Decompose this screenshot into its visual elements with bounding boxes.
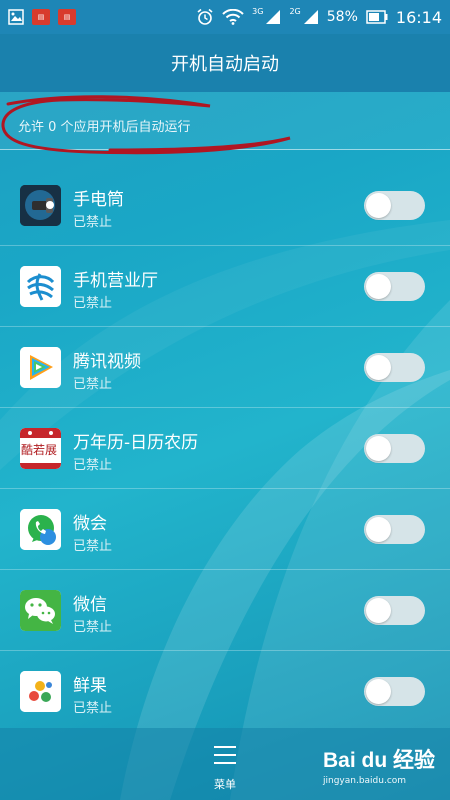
toggle-knob [366,355,391,380]
china-mobile-icon [20,266,61,307]
summary-section: 允许 0 个应用开机后自动运行 [0,92,450,150]
toggle-knob [366,193,391,218]
autostart-toggle[interactable] [364,434,425,463]
alarm-icon [196,8,214,26]
title-bar: 开机自动启动 [0,34,450,92]
app-status: 已禁止 [73,215,113,230]
toggle-knob [366,436,391,461]
xianguo-icon [20,671,61,712]
menu-label: 菜单 [214,778,236,791]
calendar-icon-text: 酷若展 [21,443,58,457]
menu-button[interactable]: 菜单 [195,742,255,794]
app-name: 手机营业厅 [73,271,158,291]
list-item[interactable]: 手机营业厅 已禁止 [0,246,450,327]
autostart-toggle[interactable] [364,353,425,382]
signal-icon [265,9,281,25]
app-status: 已禁止 [73,458,113,473]
wechat-icon [20,590,61,631]
clock: 16:14 [395,7,442,27]
autostart-toggle[interactable] [364,191,425,220]
battery-icon [366,10,388,24]
status-bar: ▤ ▤ 3G 2G 58% 16:14 [0,0,450,34]
app-name: 微会 [73,514,107,534]
menu-icon [214,746,236,764]
flashlight-icon [20,185,61,226]
app-name: 手电筒 [73,190,124,210]
notification-icon: ▤ [32,9,50,25]
toggle-knob [366,517,391,542]
baidu-jingyan-watermark: Bai du 经验 jingyan.baidu.com [323,744,443,794]
autostart-toggle[interactable] [364,677,425,706]
toggle-knob [366,679,391,704]
app-name: 腾讯视频 [73,352,141,372]
summary-text: 允许 0 个应用开机后自动运行 [18,120,191,135]
app-status: 已禁止 [73,377,113,392]
list-item[interactable]: 微会 已禁止 [0,489,450,570]
image-icon [8,9,24,25]
battery-percentage: 58% [326,9,358,25]
signal-icon [303,9,319,25]
autostart-toggle[interactable] [364,272,425,301]
app-status: 已禁止 [73,296,113,311]
calendar-icon: 酷若展 [20,428,61,469]
network-type-3g: 3G [252,6,264,16]
app-name: 万年历-日历农历 [73,433,199,453]
list-item[interactable]: 手电筒 已禁止 [0,165,450,246]
page-title: 开机自动启动 [171,54,279,75]
autostart-toggle[interactable] [364,515,425,544]
toggle-knob [366,598,391,623]
list-item[interactable]: 微信 已禁止 [0,570,450,651]
tencent-video-icon [20,347,61,388]
notification-icon: ▤ [58,9,76,25]
app-status: 已禁止 [73,539,113,554]
autostart-toggle[interactable] [364,596,425,625]
list-item[interactable]: 鲜果 已禁止 [0,651,450,732]
watermark-logo: Bai du 经验 [323,749,436,772]
toggle-knob [366,274,391,299]
watermark-url: jingyan.baidu.com [323,776,407,786]
app-name: 鲜果 [73,676,107,696]
network-type-2g: 2G [289,6,301,16]
app-name: 微信 [73,595,107,615]
app-status: 已禁止 [73,701,113,716]
app-list: 手电筒 已禁止 手机营业厅 已禁止 腾讯视频 已禁止 酷若展 万年历-日历农历 … [0,165,450,732]
app-status: 已禁止 [73,620,113,635]
wifi-icon [222,9,244,25]
list-item[interactable]: 腾讯视频 已禁止 [0,327,450,408]
list-item[interactable]: 酷若展 万年历-日历农历 已禁止 [0,408,450,489]
weihui-phone-icon [20,509,61,550]
